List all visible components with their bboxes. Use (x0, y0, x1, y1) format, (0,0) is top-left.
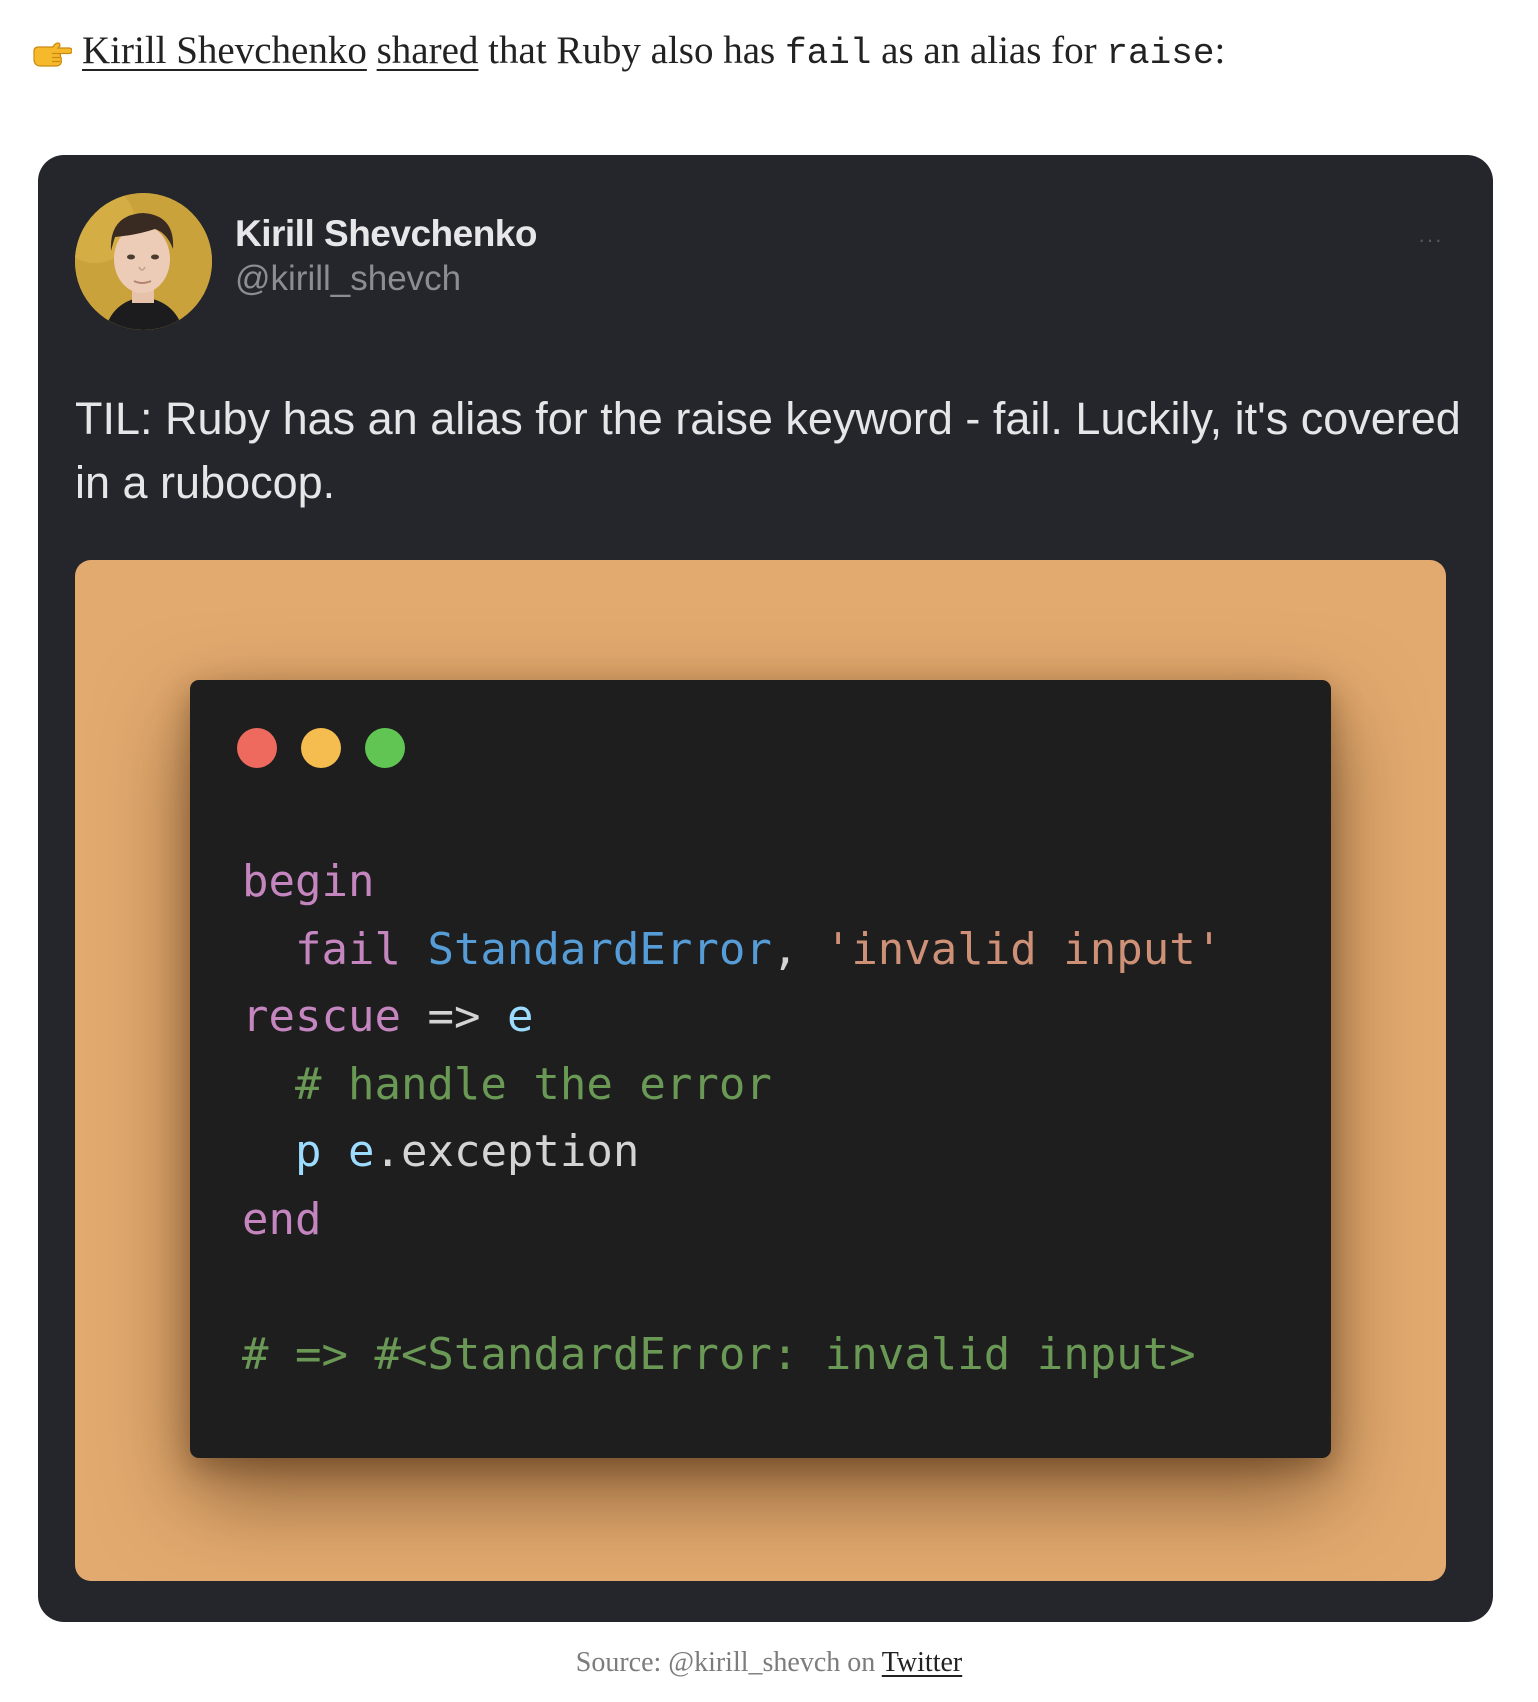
pointing-hand-icon (32, 28, 73, 82)
embedded-tweet[interactable]: Kirill Shevchenko @kirill_shevch ··· TIL… (38, 155, 1493, 1622)
code-line-4: # handle the error (242, 1051, 1222, 1119)
code-line-8: # => #<StandardError: invalid input> (242, 1321, 1222, 1389)
author-link[interactable]: Kirill Shevchenko (82, 29, 367, 72)
image-caption: Source: @kirill_shevch on Twitter (0, 1643, 1538, 1683)
variable-e: e (347, 1126, 375, 1177)
code-line-3: rescue => e (242, 983, 1222, 1051)
more-options-icon[interactable]: ··· (1418, 227, 1443, 253)
keyword-begin: begin (242, 856, 375, 907)
constant-standard-error: StandardError (427, 923, 772, 975)
tweet-author-handle[interactable]: @kirill_shevch (235, 259, 461, 299)
keyword-rescue: rescue (242, 991, 401, 1042)
keyword-fail: fail (294, 923, 401, 975)
code-block: begin fail StandardError, 'invalid input… (242, 848, 1222, 1388)
window-close-dot (237, 728, 277, 768)
window-minimize-dot (301, 728, 341, 768)
code-comment: # => #<StandardError: invalid input> (242, 1328, 1196, 1380)
caption-text: Source: @kirill_shevch on (575, 1647, 882, 1678)
method-p: p (294, 1126, 322, 1177)
tweet-text: TIL: Ruby has an alias for the raise key… (75, 393, 1461, 508)
code-line-6: end (242, 1186, 1222, 1254)
intro-paragraph: Kirill Shevchenko shared that Ruby also … (32, 24, 1225, 82)
tweet-author-name[interactable]: Kirill Shevchenko (235, 213, 538, 255)
code-comment: # handle the error (294, 1058, 772, 1110)
avatar[interactable] (75, 193, 212, 330)
fail-code: fail (784, 33, 872, 74)
code-window: begin fail StandardError, 'invalid input… (190, 680, 1331, 1458)
variable-e: e (506, 991, 534, 1042)
code-line-1: begin (242, 848, 1222, 916)
tweet-media-image[interactable]: begin fail StandardError, 'invalid input… (75, 560, 1446, 1581)
shared-link[interactable]: shared (377, 29, 479, 72)
method-call: .exception (374, 1126, 640, 1177)
twitter-link[interactable]: Twitter (882, 1647, 962, 1678)
keyword-end: end (242, 1193, 322, 1245)
raise-code: raise (1106, 33, 1215, 74)
intro-text: as an alias for (871, 29, 1107, 72)
intro-text: that Ruby also has (478, 29, 785, 72)
code-line-5: p e.exception (242, 1118, 1222, 1186)
window-maximize-dot (365, 728, 405, 768)
code-line-2: fail StandardError, 'invalid input' (294, 923, 1223, 975)
string-literal: 'invalid input' (824, 923, 1223, 975)
operator: => (427, 991, 481, 1042)
intro-text: : (1214, 29, 1226, 72)
